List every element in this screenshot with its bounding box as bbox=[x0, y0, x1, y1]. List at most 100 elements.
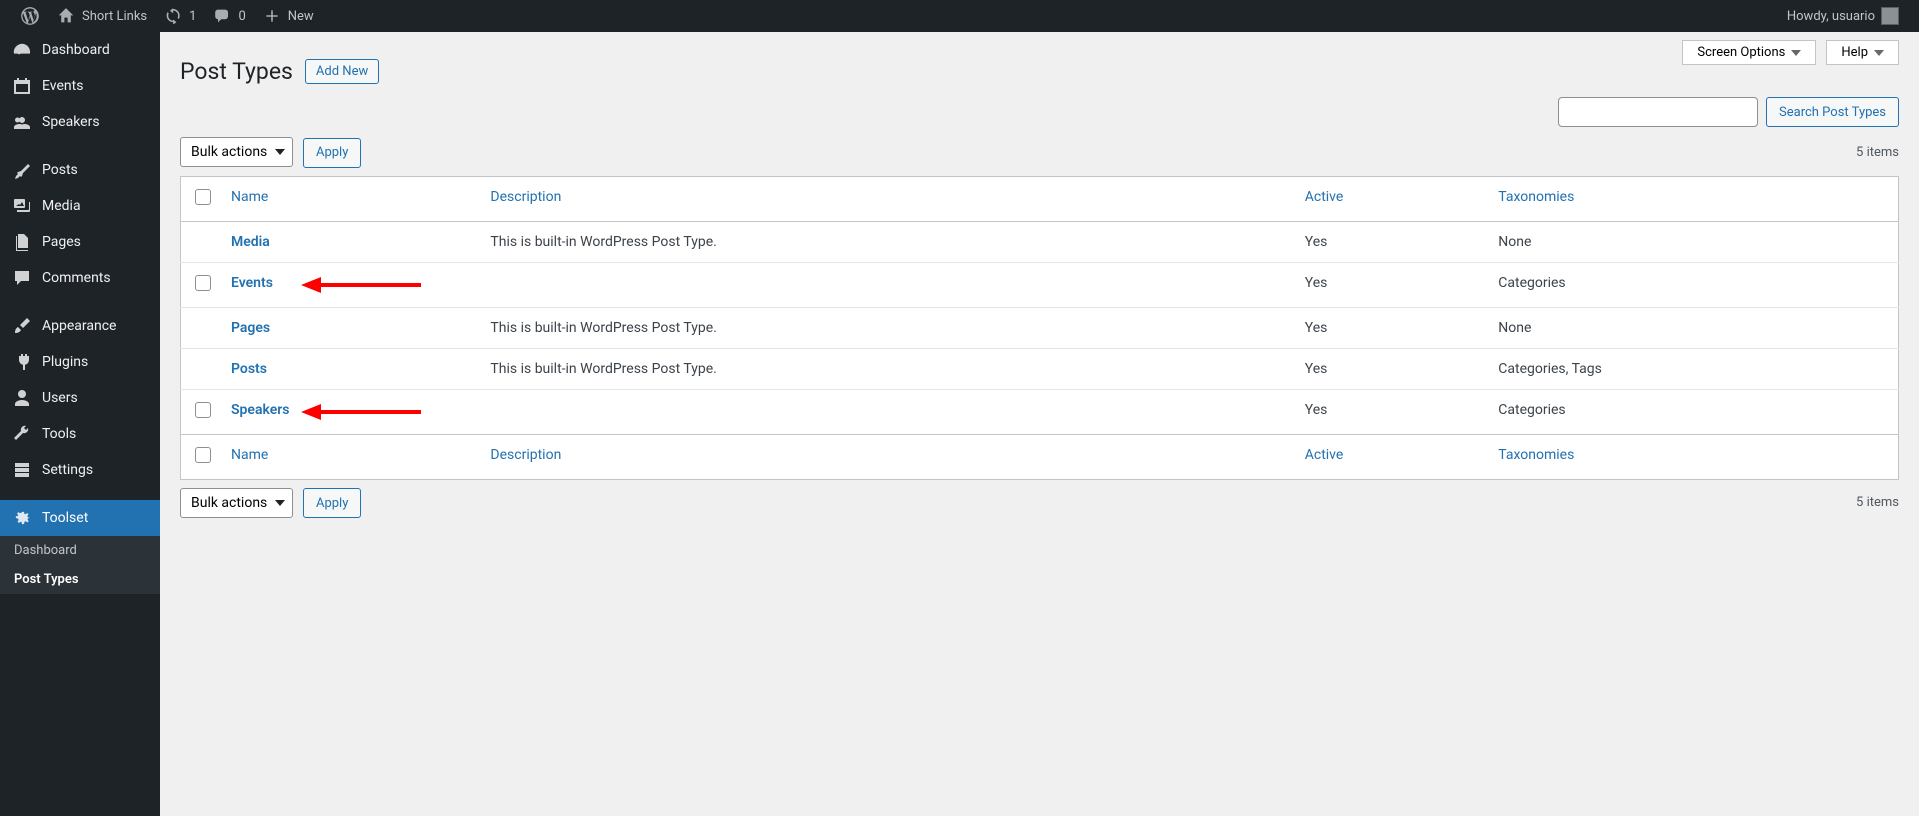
bulk-actions-select[interactable]: Bulk actions bbox=[180, 137, 293, 167]
menu-plugins[interactable]: Plugins bbox=[0, 344, 160, 380]
new-label: New bbox=[288, 9, 314, 24]
submenu-dashboard[interactable]: Dashboard bbox=[0, 536, 160, 565]
row-checkbox[interactable] bbox=[195, 275, 211, 291]
plug-icon bbox=[12, 352, 32, 372]
search-input[interactable] bbox=[1558, 97, 1758, 127]
menu-pages[interactable]: Pages bbox=[0, 224, 160, 260]
menu-appearance[interactable]: Appearance bbox=[0, 308, 160, 344]
col-name[interactable]: Name bbox=[221, 176, 480, 221]
add-new-button[interactable]: Add New bbox=[305, 59, 379, 84]
dashboard-icon bbox=[12, 40, 32, 60]
chevron-down-icon bbox=[1874, 50, 1884, 56]
select-all-bottom[interactable] bbox=[195, 447, 211, 463]
wp-logo[interactable] bbox=[12, 0, 48, 32]
menu-label: Media bbox=[42, 198, 81, 214]
row-active: Yes bbox=[1295, 389, 1489, 434]
select-all-top[interactable] bbox=[195, 189, 211, 205]
howdy-text: Howdy, usuario bbox=[1787, 9, 1875, 24]
row-description bbox=[480, 262, 1294, 307]
col-name-foot[interactable]: Name bbox=[221, 434, 480, 479]
site-name[interactable]: Short Links bbox=[48, 0, 155, 32]
plus-icon bbox=[262, 6, 282, 26]
menu-events[interactable]: Events bbox=[0, 68, 160, 104]
brush-icon bbox=[12, 316, 32, 336]
menu-users[interactable]: Users bbox=[0, 380, 160, 416]
menu-label: Events bbox=[42, 78, 83, 94]
row-taxonomies: Categories, Tags bbox=[1488, 348, 1898, 389]
post-types-table: Name Description Active Taxonomies Media… bbox=[180, 176, 1899, 480]
menu-label: Plugins bbox=[42, 354, 88, 370]
annotation-arrow-icon bbox=[301, 275, 421, 295]
menu-label: Settings bbox=[42, 462, 93, 478]
items-count-bottom: 5 items bbox=[1856, 495, 1899, 510]
menu-label: Posts bbox=[42, 162, 78, 178]
pin-icon bbox=[12, 160, 32, 180]
menu-comments[interactable]: Comments bbox=[0, 260, 160, 296]
row-taxonomies: None bbox=[1488, 307, 1898, 348]
menu-posts[interactable]: Posts bbox=[0, 152, 160, 188]
table-row: Media This is built-in WordPress Post Typ… bbox=[181, 221, 1899, 262]
row-active: Yes bbox=[1295, 307, 1489, 348]
col-taxonomies: Taxonomies bbox=[1488, 176, 1898, 221]
menu-label: Speakers bbox=[42, 114, 100, 130]
apply-button-bottom[interactable]: Apply bbox=[303, 488, 361, 518]
row-title-link[interactable]: Media bbox=[231, 234, 270, 250]
screen-options-label: Screen Options bbox=[1697, 45, 1785, 60]
admin-sidebar: Dashboard Events Speakers Posts Media Pa… bbox=[0, 32, 160, 816]
annotation-arrow-icon bbox=[301, 402, 421, 422]
refresh-icon bbox=[163, 6, 183, 26]
row-checkbox[interactable] bbox=[195, 402, 211, 418]
screen-options-button[interactable]: Screen Options bbox=[1682, 40, 1816, 65]
row-title-link[interactable]: Events bbox=[231, 275, 273, 291]
menu-settings[interactable]: Settings bbox=[0, 452, 160, 488]
updates[interactable]: 1 bbox=[155, 0, 204, 32]
howdy[interactable]: Howdy, usuario bbox=[1779, 0, 1907, 32]
site-name-text: Short Links bbox=[82, 9, 147, 24]
col-description-foot[interactable]: Description bbox=[480, 434, 1294, 479]
main-content: Screen Options Help Post Types Add New S… bbox=[160, 32, 1919, 816]
users-icon bbox=[12, 112, 32, 132]
col-description[interactable]: Description bbox=[480, 176, 1294, 221]
row-title-link[interactable]: Pages bbox=[231, 320, 270, 336]
gear-icon bbox=[12, 508, 32, 528]
menu-toolset[interactable]: Toolset bbox=[0, 500, 160, 536]
updates-count: 1 bbox=[189, 9, 196, 24]
home-icon bbox=[56, 6, 76, 26]
row-description: This is built-in WordPress Post Type. bbox=[480, 221, 1294, 262]
new-content[interactable]: New bbox=[254, 0, 322, 32]
table-row: EventsYesCategories bbox=[181, 262, 1899, 307]
row-active: Yes bbox=[1295, 262, 1489, 307]
row-active: Yes bbox=[1295, 221, 1489, 262]
row-active: Yes bbox=[1295, 348, 1489, 389]
menu-label: Comments bbox=[42, 270, 111, 286]
calendar-icon bbox=[12, 76, 32, 96]
menu-label: Tools bbox=[42, 426, 76, 442]
menu-speakers[interactable]: Speakers bbox=[0, 104, 160, 140]
row-taxonomies: None bbox=[1488, 221, 1898, 262]
comments-link[interactable]: 0 bbox=[204, 0, 253, 32]
menu-dashboard[interactable]: Dashboard bbox=[0, 32, 160, 68]
user-icon bbox=[12, 388, 32, 408]
items-count-top: 5 items bbox=[1856, 145, 1899, 160]
chevron-down-icon bbox=[1791, 50, 1801, 56]
row-taxonomies: Categories bbox=[1488, 389, 1898, 434]
col-active[interactable]: Active bbox=[1295, 176, 1489, 221]
apply-button-top[interactable]: Apply bbox=[303, 138, 361, 168]
table-row: Speakers YesCategories bbox=[181, 389, 1899, 434]
menu-label: Appearance bbox=[42, 318, 116, 334]
menu-label: Users bbox=[42, 390, 78, 406]
help-button[interactable]: Help bbox=[1826, 40, 1899, 65]
menu-media[interactable]: Media bbox=[0, 188, 160, 224]
search-button[interactable]: Search Post Types bbox=[1766, 97, 1899, 127]
row-title-link[interactable]: Speakers bbox=[231, 402, 290, 418]
row-title-link[interactable]: Posts bbox=[231, 361, 267, 377]
bulk-actions-select-bottom[interactable]: Bulk actions bbox=[180, 488, 293, 518]
menu-tools[interactable]: Tools bbox=[0, 416, 160, 452]
col-active-foot[interactable]: Active bbox=[1295, 434, 1489, 479]
comments-count: 0 bbox=[238, 9, 245, 24]
comment-icon bbox=[212, 6, 232, 26]
submenu-post-types[interactable]: Post Types bbox=[0, 565, 160, 594]
sliders-icon bbox=[12, 460, 32, 480]
row-description bbox=[480, 389, 1294, 434]
page-title: Post Types bbox=[180, 58, 293, 85]
